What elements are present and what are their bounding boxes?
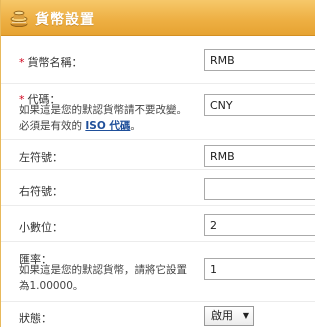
decimal-places-label: 小數位： [19,221,63,234]
chevron-down-icon: ▼ [242,311,249,320]
right-symbol-row: 右符號： [1,170,315,206]
left-symbol-input[interactable] [204,145,315,167]
code-help-text: 如果這是您的默認貨幣請不要改變。 必須是有效的 ISO 代碼。 [19,104,187,132]
code-input[interactable] [204,94,315,116]
exchange-rate-row: 匯率： 如果這是您的默認貨幣，請將它設置 為1.00000。 [1,242,315,302]
right-symbol-label: 右符號： [19,185,63,198]
exchange-rate-input[interactable] [204,258,315,280]
panel-header: 貨幣設置 [1,0,315,36]
left-symbol-row: 左符號： [1,140,315,170]
currency-name-label: * 貨幣名稱： [19,56,83,69]
code-row: * 代碼： 如果這是您的默認貨幣請不要改變。 必須是有效的 ISO 代碼。 [1,84,315,140]
iso-code-link[interactable]: ISO 代碼 [85,120,130,132]
currency-name-row: * 貨幣名稱： [1,36,315,84]
status-row: 狀態： 啟用 ▼ [1,302,315,327]
currency-settings-panel: 貨幣設置 *貨幣名稱： *代碼： 如果這是您的默認貨幣請不要改變。 必須是有效的… [0,0,315,327]
status-label: 狀態： [19,312,52,325]
right-symbol-input[interactable] [204,178,315,200]
decimal-places-input[interactable] [204,214,315,236]
currency-name-input[interactable] [204,49,315,71]
exchange-rate-help-text: 如果這是您的默認貨幣，請將它設置 為1.00000。 [19,264,187,292]
status-select[interactable]: 啟用 ▼ [204,306,254,326]
coin-stack-icon [10,10,28,27]
left-symbol-label: 左符號： [19,151,63,164]
decimal-places-row: 小數位： [1,206,315,242]
required-mark: * [19,56,25,69]
page-title: 貨幣設置 [35,12,95,28]
